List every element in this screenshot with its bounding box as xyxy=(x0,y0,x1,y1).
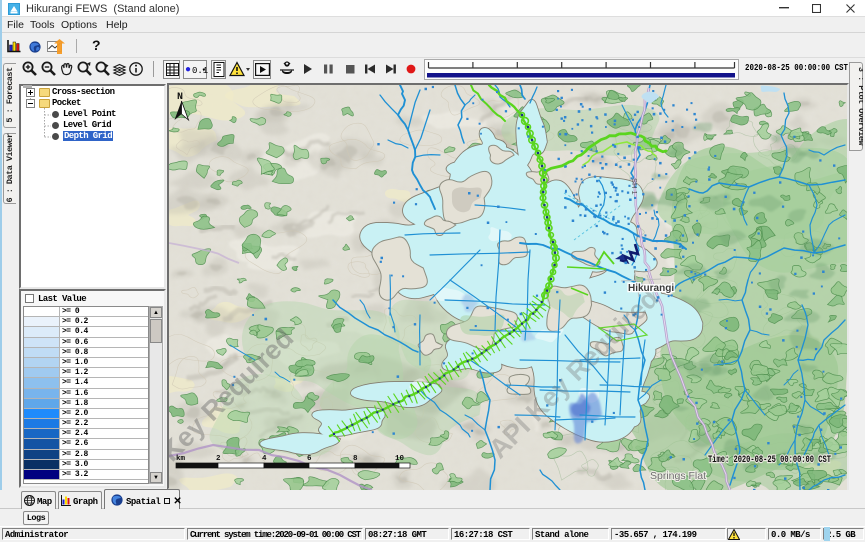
svg-text:km: km xyxy=(176,455,186,463)
svg-text:Springs Flat: Springs Flat xyxy=(650,470,706,482)
svg-text:Time: 2020-08-25 00:00:00 CST: Time: 2020-08-25 00:00:00 CST xyxy=(708,454,831,466)
svg-text:SH 1: SH 1 xyxy=(630,178,639,195)
svg-text:2020-08-25 00:00:00 CST: 2020-08-25 00:00:00 CST xyxy=(745,62,848,73)
svg-text:10: 10 xyxy=(395,455,405,463)
svg-text:3 : Plot Overview: 3 : Plot Overview xyxy=(856,67,863,147)
svg-text:6 : Data Viewer: 6 : Data Viewer xyxy=(5,133,15,202)
svg-text:5 : Forecast: 5 : Forecast xyxy=(5,67,15,123)
svg-text:4: 4 xyxy=(262,455,267,463)
svg-text:8: 8 xyxy=(353,455,358,463)
svg-text:6: 6 xyxy=(307,455,312,463)
svg-text:2: 2 xyxy=(216,455,221,463)
svg-text:N: N xyxy=(177,92,183,103)
svg-text:Hikurangi: Hikurangi xyxy=(628,283,674,294)
